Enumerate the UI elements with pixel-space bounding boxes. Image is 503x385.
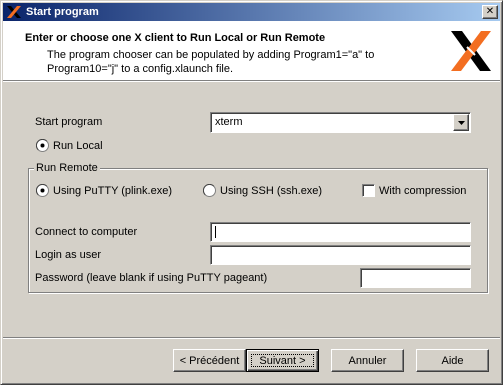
back-button[interactable]: < Précédent	[173, 349, 246, 372]
x-window-system-logo	[451, 31, 491, 71]
putty-radio[interactable]	[36, 184, 49, 197]
compression-label[interactable]: With compression	[379, 185, 466, 197]
header-title: Enter or choose one X client to Run Loca…	[25, 32, 326, 44]
ssh-label[interactable]: Using SSH (ssh.exe)	[220, 185, 322, 197]
start-program-value: xterm	[215, 116, 243, 128]
next-button[interactable]: Suivant >	[246, 349, 319, 372]
close-icon: ✕	[485, 6, 495, 17]
help-button-label: Aide	[441, 354, 464, 367]
button-separator	[3, 337, 500, 339]
help-button[interactable]: Aide	[416, 349, 489, 372]
run-remote-legend[interactable]: Run Remote	[34, 162, 100, 174]
start-program-select[interactable]: xterm	[210, 112, 471, 133]
login-label: Login as user	[35, 249, 102, 261]
title-bar[interactable]: Start program ✕	[3, 3, 500, 21]
focus-rect	[251, 354, 314, 367]
header-subtitle: The program chooser can be populated by …	[47, 49, 375, 75]
password-label: Password (leave blank if using PuTTY pag…	[35, 272, 268, 284]
putty-label[interactable]: Using PuTTY (plink.exe)	[53, 185, 172, 197]
start-program-dropdown-button[interactable]	[453, 114, 469, 131]
login-field[interactable]	[210, 245, 471, 265]
password-field[interactable]	[360, 268, 471, 288]
cancel-button-label: Annuler	[348, 354, 387, 367]
back-button-label: < Précédent	[179, 354, 240, 367]
text-caret	[215, 226, 216, 238]
cancel-button[interactable]: Annuler	[331, 349, 404, 372]
wizard-header: Enter or choose one X client to Run Loca…	[3, 21, 500, 82]
dialog-window: Start program ✕ Enter or choose one X cl…	[0, 0, 503, 385]
connect-label: Connect to computer	[35, 226, 138, 238]
chevron-down-icon	[457, 120, 465, 125]
compression-checkbox[interactable]	[362, 184, 375, 197]
connect-field[interactable]	[210, 222, 471, 242]
x-logo-small-icon	[6, 5, 22, 19]
ssh-radio[interactable]	[203, 184, 216, 197]
run-local-label[interactable]: Run Local	[53, 140, 103, 152]
window-title: Start program	[26, 6, 99, 18]
close-button[interactable]: ✕	[482, 5, 498, 19]
run-local-radio[interactable]	[36, 139, 49, 152]
start-program-label: Start program	[35, 116, 103, 128]
